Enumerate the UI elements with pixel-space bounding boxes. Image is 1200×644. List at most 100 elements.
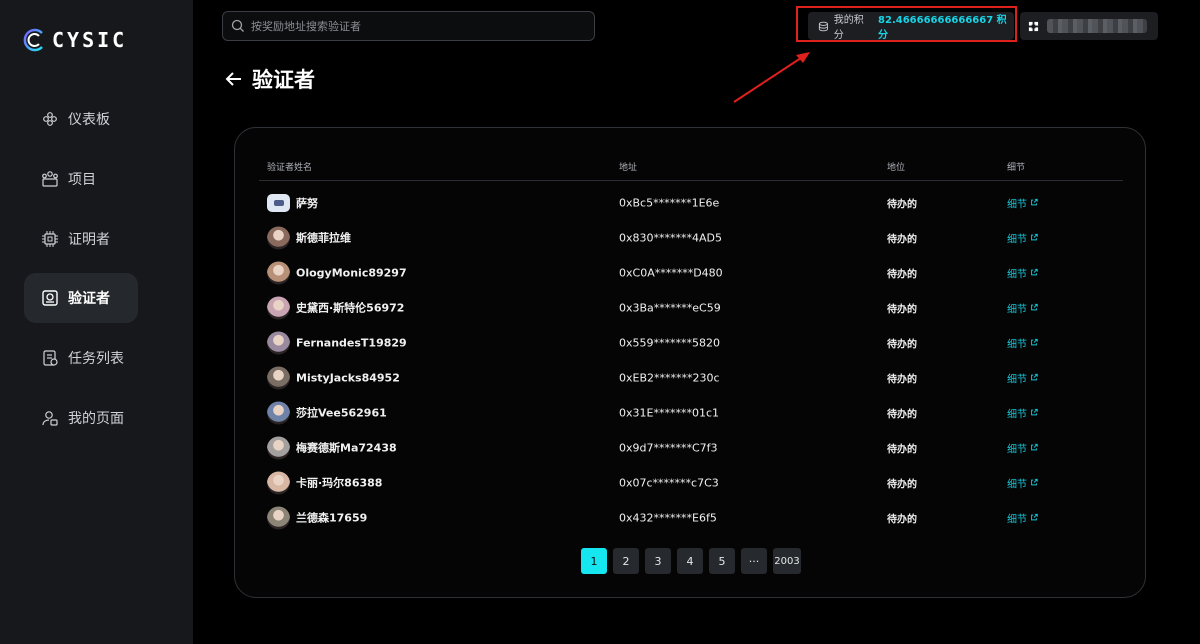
brand-logo[interactable]: CYSIC [22, 28, 127, 52]
avatar [267, 401, 290, 424]
page-header: 验证者 [224, 64, 315, 94]
page-button[interactable]: 4 [677, 548, 703, 574]
sidebar-item-label: 项目 [68, 172, 96, 188]
verifier-address: 0x559*******5820 [619, 336, 720, 349]
external-link-icon [1031, 443, 1038, 451]
page-button[interactable]: 2 [613, 548, 639, 574]
detail-link[interactable]: 细节 [1007, 265, 1038, 280]
annotation-highlight-box [796, 6, 1017, 42]
verifier-name: 兰德森17659 [296, 511, 368, 525]
page-button[interactable]: 2003 [773, 548, 801, 574]
table-row: 萨努 0xBc5*******1E6e 待办的 细节 [259, 185, 1123, 220]
table-row: MistyJacks84952 0xEB2*******230c 待办的 细节 [259, 360, 1123, 395]
sidebar: CYSIC 仪表板项目证明者验证者任务列表我的页面 [0, 0, 193, 644]
external-link-icon [1031, 198, 1038, 206]
detail-link[interactable]: 细节 [1007, 370, 1038, 385]
sidebar-item-task-list[interactable]: 任务列表 [24, 333, 138, 383]
detail-link[interactable]: 细节 [1007, 300, 1038, 315]
header-status: 地位 [887, 163, 906, 173]
table-row: 莎拉Vee562961 0x31E*******01c1 待办的 细节 [259, 395, 1123, 430]
detail-link[interactable]: 细节 [1007, 335, 1038, 350]
external-link-icon [1031, 233, 1038, 241]
verifier-name-cell: 斯德菲拉维 [267, 226, 351, 249]
verifier-status: 待办的 [887, 374, 917, 385]
table-header: 验证者姓名 地址 地位 细节 [259, 156, 1123, 181]
detail-link[interactable]: 细节 [1007, 510, 1038, 525]
detail-link[interactable]: 细节 [1007, 475, 1038, 490]
external-link-icon [1031, 408, 1038, 416]
search-input[interactable] [251, 19, 581, 33]
avatar [267, 331, 290, 354]
page-button[interactable]: 5 [709, 548, 735, 574]
verifier-name-cell: 梅赛德斯Ma72438 [267, 436, 397, 459]
detail-link[interactable]: 细节 [1007, 405, 1038, 420]
pagination-ellipsis[interactable]: ··· [741, 548, 767, 574]
wallet-address-redacted [1047, 19, 1147, 33]
avatar [267, 296, 290, 319]
verifier-address: 0x432*******E6f5 [619, 511, 717, 524]
user-icon [42, 411, 58, 426]
verifier-name-cell: 萨努 [267, 193, 318, 212]
verifier-status: 待办的 [887, 199, 917, 210]
verifier-address: 0x31E*******01c1 [619, 406, 719, 419]
verifier-name: OlogyMonic89297 [296, 266, 407, 279]
table-row: 史黛西·斯特伦56972 0x3Ba*******eC59 待办的 细节 [259, 290, 1123, 325]
avatar [267, 506, 290, 529]
verifier-name: MistyJacks84952 [296, 371, 400, 384]
sidebar-item-projects[interactable]: 项目 [24, 154, 138, 204]
external-link-icon [1031, 303, 1038, 311]
page-title: 验证者 [252, 68, 315, 92]
avatar [267, 436, 290, 459]
page-button[interactable]: 3 [645, 548, 671, 574]
table-row: OlogyMonic89297 0xC0A*******D480 待办的 细节 [259, 255, 1123, 290]
verifier-address: 0x9d7*******C7f3 [619, 441, 718, 454]
detail-link-label: 细节 [1007, 514, 1027, 525]
sidebar-item-chip[interactable]: 证明者 [24, 214, 138, 264]
detail-link-label: 细节 [1007, 409, 1027, 420]
detail-link-label: 细节 [1007, 444, 1027, 455]
annotation-arrow [733, 52, 810, 103]
brand-name: CYSIC [52, 28, 128, 52]
detail-link-label: 细节 [1007, 479, 1027, 490]
verifier-name: 梅赛德斯Ma72438 [296, 441, 397, 455]
back-arrow-icon[interactable] [224, 69, 244, 89]
sidebar-item-verifier[interactable]: 验证者 [24, 273, 138, 323]
detail-link-label: 细节 [1007, 269, 1027, 280]
pagination: 1 2 3 4 5 ··· 2003 [581, 548, 801, 574]
verifier-name-cell: 莎拉Vee562961 [267, 401, 387, 424]
avatar [267, 366, 290, 389]
external-link-icon [1031, 513, 1038, 521]
verifier-address: 0xBc5*******1E6e [619, 196, 720, 209]
detail-link-label: 细节 [1007, 199, 1027, 210]
table-row: FernandesT19829 0x559*******5820 待办的 细节 [259, 325, 1123, 360]
avatar [267, 471, 290, 494]
sidebar-item-label: 我的页面 [68, 411, 124, 427]
search-bar[interactable] [222, 11, 595, 41]
sidebar-item-user[interactable]: 我的页面 [24, 393, 138, 443]
detail-link[interactable]: 细节 [1007, 230, 1038, 245]
sidebar-item-dashboard[interactable]: 仪表板 [24, 94, 138, 144]
verifier-name-cell: 卡丽·玛尔86388 [267, 471, 382, 494]
verifier-address: 0xEB2*******230c [619, 371, 720, 384]
verifier-status: 待办的 [887, 514, 917, 525]
search-icon [231, 19, 244, 32]
verifier-name: 史黛西·斯特伦56972 [296, 301, 405, 315]
table-row: 斯德菲拉维 0x830*******4AD5 待办的 细节 [259, 220, 1123, 255]
external-link-icon [1031, 338, 1038, 346]
task-list-icon [43, 350, 58, 366]
external-link-icon [1031, 478, 1038, 486]
verifier-name-cell: 兰德森17659 [267, 506, 367, 529]
external-link-icon [1031, 373, 1038, 381]
detail-link[interactable]: 细节 [1007, 440, 1038, 455]
verifier-address: 0x07c*******c7C3 [619, 476, 719, 489]
table-row: 卡丽·玛尔86388 0x07c*******c7C3 待办的 细节 [259, 465, 1123, 500]
sidebar-item-label: 证明者 [68, 232, 110, 248]
page-button[interactable]: 1 [581, 548, 607, 574]
verifier-icon [42, 290, 58, 306]
verifier-status: 待办的 [887, 269, 917, 280]
verifier-status: 待办的 [887, 479, 917, 490]
detail-link[interactable]: 细节 [1007, 195, 1038, 210]
verifier-name-cell: OlogyMonic89297 [267, 261, 407, 284]
cysic-logo-icon [23, 28, 43, 52]
wallet-button[interactable] [1020, 12, 1158, 40]
